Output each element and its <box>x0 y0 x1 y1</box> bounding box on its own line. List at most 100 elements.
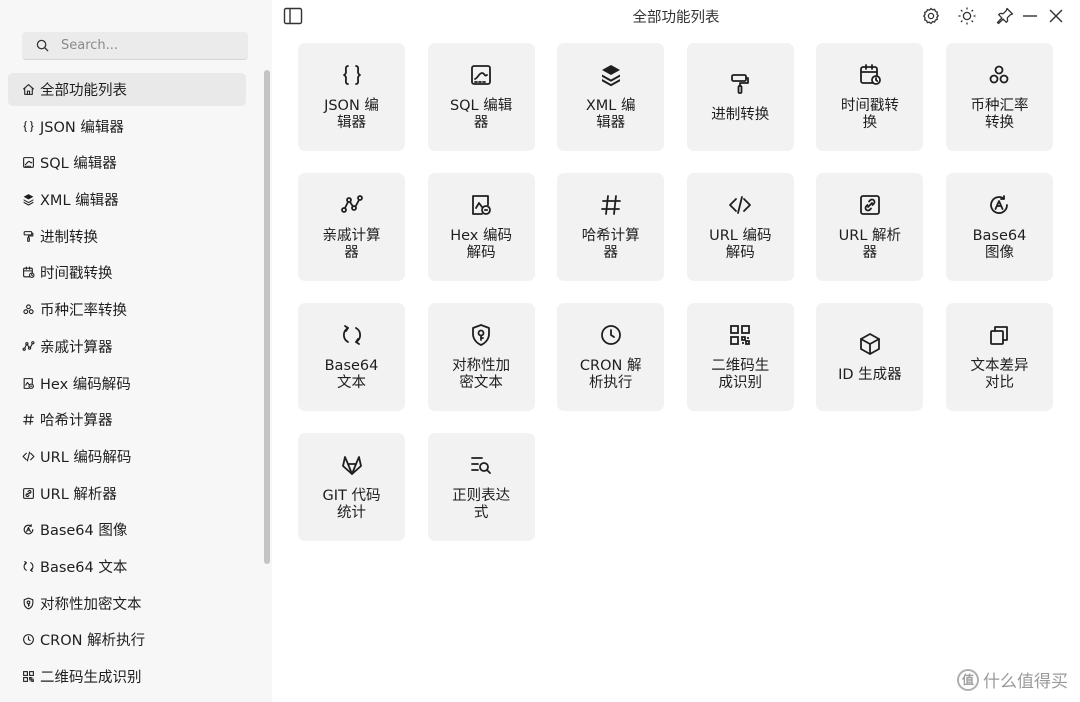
sidebar-item-label: 进制转换 <box>40 229 98 246</box>
feature-card-label: Base64 图像 <box>972 228 1027 261</box>
sidebar-scrollbar[interactable] <box>264 70 270 564</box>
clock-icon <box>22 633 35 646</box>
sidebar-item[interactable]: 亲戚计算器 <box>8 330 246 363</box>
sidebar-item-label: 亲戚计算器 <box>40 339 113 356</box>
feature-card[interactable]: CRON 解析执行 <box>557 303 665 411</box>
sidebar-item[interactable]: SQL 编辑器 <box>8 146 246 179</box>
feature-grid: JSON 编辑器 SQL 编辑器 XML 编辑器 进制转换 时间戳转换 币种汇率转换亲戚计… <box>298 43 1053 541</box>
feature-card[interactable]: Hex 编码解码 <box>427 173 535 281</box>
sidebar-item[interactable]: 哈希计算器 <box>8 403 246 436</box>
feature-card[interactable]: 亲戚计算器 <box>298 173 405 281</box>
feature-card[interactable]: Base64 图像 <box>945 173 1053 281</box>
paint-roller-icon <box>728 72 752 96</box>
feature-card-label: 正则表达式 <box>452 488 511 521</box>
regex-search-icon <box>469 453 493 477</box>
sidebar-item[interactable]: Base64 文本 <box>8 550 246 583</box>
feature-card-label: 二维码生成识别 <box>711 358 770 391</box>
sidebar-item[interactable]: 币种汇率转换 <box>8 293 246 326</box>
feature-card[interactable]: XML 编辑器 <box>557 43 665 151</box>
sidebar-item-label: Hex 编码解码 <box>40 376 131 393</box>
feature-card[interactable]: 二维码生成识别 <box>686 303 794 411</box>
code-icon <box>22 450 35 463</box>
sidebar-item[interactable]: XML 编辑器 <box>8 183 246 216</box>
pin-button[interactable] <box>994 5 1016 27</box>
feature-card[interactable]: SQL 编辑器 <box>427 43 535 151</box>
feature-card[interactable]: URL 解析器 <box>816 173 924 281</box>
feature-card[interactable]: Base64 文本 <box>298 303 405 411</box>
close-icon <box>1049 9 1063 23</box>
sql-icon <box>469 63 493 87</box>
graph-icon <box>340 193 364 217</box>
feature-card[interactable]: 时间戳转换 <box>816 43 924 151</box>
feature-card-label: 进制转换 <box>711 106 770 123</box>
sidebar-item-label: 全部功能列表 <box>40 83 127 99</box>
hash-icon <box>599 193 623 217</box>
layers-icon <box>599 63 623 87</box>
feature-card-label: 时间戳转换 <box>840 98 899 131</box>
copy-icon <box>987 323 1011 347</box>
feature-card[interactable]: 哈希计算器 <box>557 173 665 281</box>
settings-icon <box>922 7 940 25</box>
sidebar-item-label: JSON 编辑器 <box>40 119 124 136</box>
close-button[interactable] <box>1045 5 1067 27</box>
link-box-icon <box>858 193 882 217</box>
feature-card[interactable]: 币种汇率转换 <box>945 43 1053 151</box>
sidebar-item[interactable]: 进制转换 <box>8 220 246 253</box>
sidebar-item[interactable]: URL 解析器 <box>8 477 246 510</box>
pin-icon <box>996 7 1014 25</box>
feature-card-label: JSON 编辑器 <box>324 98 379 131</box>
sidebar-item-label: URL 编码解码 <box>40 449 132 466</box>
sidebar-nav: 全部功能列表 JSON 编辑器 SQL 编辑器 XML 编辑器进制转换时间戳转换币种汇… <box>8 73 246 697</box>
calendar-clock-icon <box>22 266 35 279</box>
feature-card-label: Base64 文本 <box>324 358 379 391</box>
triangle-circles-icon <box>987 63 1011 87</box>
sidebar-item[interactable]: 二维码生成识别 <box>8 660 246 693</box>
feature-card-label: 对称性加密文本 <box>452 358 511 391</box>
watermark-logo-icon: 值 <box>957 668 979 691</box>
feature-card[interactable]: ID 生成器 <box>816 303 924 411</box>
sidebar-item[interactable]: Hex 编码解码 <box>8 367 246 400</box>
feature-card[interactable]: GIT 代码统计 <box>298 433 405 541</box>
sidebar-item[interactable]: JSON 编辑器 <box>8 110 246 143</box>
feature-card-label: SQL 编辑器 <box>449 98 513 131</box>
sidebar-item[interactable]: Base64 图像 <box>8 513 246 546</box>
shield-key-icon <box>22 597 35 610</box>
feature-card-label: 币种汇率转换 <box>970 98 1029 131</box>
sidebar-item-label: CRON 解析执行 <box>40 633 146 650</box>
sidebar-item-label: 时间戳转换 <box>40 266 113 283</box>
hex-image-icon <box>22 377 35 390</box>
feature-card[interactable]: 文本差异对比 <box>945 303 1053 411</box>
minimize-icon <box>1023 15 1037 17</box>
feature-card-label: XML 编辑器 <box>585 98 636 131</box>
sidebar-item[interactable]: 全部功能列表 <box>8 73 246 106</box>
feature-card-label: GIT 代码统计 <box>322 488 381 521</box>
graph-icon <box>22 340 35 353</box>
feature-card[interactable]: JSON 编辑器 <box>298 43 405 151</box>
sidebar-item-label: 哈希计算器 <box>40 413 113 430</box>
sidebar-item[interactable]: 对称性加密文本 <box>8 587 246 620</box>
gitlab-icon <box>340 453 364 477</box>
title-bar: 全部功能列表 <box>272 0 1080 34</box>
sidebar-item[interactable]: 时间戳转换 <box>8 256 246 289</box>
sidebar-item[interactable]: URL 编码解码 <box>8 440 246 473</box>
search-icon <box>36 39 49 52</box>
sidebar-item-label: 二维码生成识别 <box>40 670 142 686</box>
sidebar-item[interactable]: CRON 解析执行 <box>8 623 246 656</box>
feature-card-label: 亲戚计算器 <box>322 228 381 261</box>
minimize-button[interactable] <box>1019 5 1041 27</box>
hash-icon <box>22 413 35 426</box>
feature-card[interactable]: URL 编码解码 <box>686 173 794 281</box>
feature-card[interactable]: 对称性加密文本 <box>427 303 535 411</box>
feature-card-label: ID 生成器 <box>838 366 902 383</box>
search-box[interactable] <box>22 32 248 60</box>
search-input[interactable] <box>61 38 221 53</box>
feature-card[interactable]: 进制转换 <box>686 43 794 151</box>
braces-icon <box>340 63 364 87</box>
feature-card[interactable]: 正则表达式 <box>427 433 535 541</box>
settings-button[interactable] <box>920 5 942 27</box>
paint-roller-icon <box>22 230 35 243</box>
shield-key-icon <box>469 323 493 347</box>
feature-card-label: URL 解析器 <box>838 228 902 261</box>
theme-button[interactable] <box>956 5 978 27</box>
refresh-icon <box>340 323 364 347</box>
